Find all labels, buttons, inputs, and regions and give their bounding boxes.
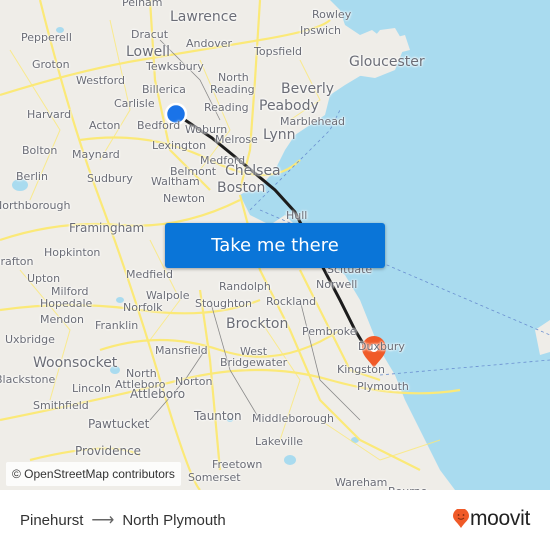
place-label: Norwell bbox=[316, 278, 358, 291]
place-label: Freetown bbox=[212, 458, 263, 471]
place-label: Walpole bbox=[146, 289, 190, 302]
place-label: Newton bbox=[163, 192, 206, 205]
place-label: Pepperell bbox=[21, 31, 72, 44]
place-label: Bolton bbox=[22, 144, 58, 157]
place-label: Harvard bbox=[27, 108, 72, 121]
place-label: Grafton bbox=[0, 255, 34, 268]
origin-name: Pinehurst bbox=[20, 511, 84, 529]
place-label: Northborough bbox=[0, 199, 71, 212]
arrow-right-icon: ⟶ bbox=[91, 512, 115, 529]
place-label: Providence bbox=[75, 444, 142, 458]
place-label: Gloucester bbox=[349, 54, 425, 70]
footer: Pinehurst ⟶ North Plymouth moovit bbox=[0, 490, 550, 550]
place-label: Topsfield bbox=[254, 45, 303, 58]
place-label: Tewksbury bbox=[146, 60, 204, 73]
place-label: Pawtucket bbox=[88, 417, 150, 431]
place-label: Lawrence bbox=[170, 9, 238, 25]
place-label: Mendon bbox=[40, 313, 84, 326]
place-label: Billerica bbox=[142, 83, 186, 96]
place-label: Mansfield bbox=[155, 344, 208, 357]
place-label: Kingston bbox=[337, 363, 385, 376]
place-label: Uxbridge bbox=[5, 333, 55, 346]
place-label: Hull bbox=[286, 209, 308, 222]
place-label: Middleborough bbox=[252, 412, 334, 425]
place-label: Boston bbox=[217, 180, 266, 196]
place-label: Lowell bbox=[126, 44, 170, 60]
place-label: Hopkinton bbox=[44, 246, 101, 259]
place-label: Lynn bbox=[263, 127, 296, 143]
place-label: Ipswich bbox=[300, 24, 342, 37]
place-label: Acton bbox=[89, 119, 121, 132]
place-label: Attleboro bbox=[130, 387, 186, 401]
place-label: Lexington bbox=[152, 139, 207, 152]
map-view[interactable]: Pelham Lawrence Rowley Ipswich Pepperell… bbox=[0, 0, 550, 490]
place-label: Berlin bbox=[16, 170, 48, 183]
place-label: Franklin bbox=[95, 319, 139, 332]
place-label: Sudbury bbox=[87, 172, 133, 185]
place-label: Westford bbox=[76, 74, 125, 87]
place-label: Stoughton bbox=[195, 297, 252, 310]
destination-name: North Plymouth bbox=[122, 511, 226, 529]
place-label: Pelham bbox=[122, 0, 163, 9]
place-label: Groton bbox=[32, 58, 70, 71]
place-label: Reading bbox=[204, 101, 249, 114]
attribution-text: © OpenStreetMap contributors bbox=[12, 467, 175, 481]
place-label: Upton bbox=[27, 272, 61, 285]
place-label: Norfolk bbox=[123, 301, 163, 314]
place-label: Smithfield bbox=[33, 399, 89, 412]
place-label: Bedford bbox=[137, 119, 181, 132]
place-label: Norton bbox=[175, 375, 213, 388]
place-label: Milford bbox=[51, 285, 89, 298]
place-label: Brockton bbox=[226, 316, 289, 332]
place-label: Bridgewater bbox=[220, 356, 288, 369]
place-label: Lakeville bbox=[255, 435, 304, 448]
place-label: Melrose bbox=[215, 133, 258, 146]
place-label: Rowley bbox=[312, 8, 352, 21]
place-label: Plymouth bbox=[357, 380, 409, 393]
place-label: Maynard bbox=[72, 148, 120, 161]
place-label: Carlisle bbox=[114, 97, 155, 110]
brand-name: moovit bbox=[469, 507, 530, 530]
place-label: Andover bbox=[186, 37, 233, 50]
place-label: Dracut bbox=[131, 28, 169, 41]
route-title: Pinehurst ⟶ North Plymouth bbox=[20, 510, 226, 530]
place-label: Hopedale bbox=[40, 297, 93, 310]
moovit-logo[interactable]: moovit bbox=[452, 507, 530, 531]
place-label: Taunton bbox=[194, 409, 242, 423]
place-label: Marblehead bbox=[280, 115, 346, 128]
map-attribution[interactable]: © OpenStreetMap contributors bbox=[6, 462, 181, 486]
place-label: Framingham bbox=[69, 221, 145, 235]
place-label: Woonsocket bbox=[33, 355, 118, 371]
place-label: Medfield bbox=[126, 268, 173, 281]
place-label: Lincoln bbox=[72, 382, 111, 395]
place-label: Somerset bbox=[188, 471, 241, 484]
place-label: Peabody bbox=[259, 98, 319, 114]
place-label: Reading bbox=[210, 83, 255, 96]
place-label: Randolph bbox=[219, 280, 271, 293]
place-label: Duxbury bbox=[358, 340, 405, 353]
place-label: Waltham bbox=[151, 175, 200, 188]
place-label: Rockland bbox=[266, 295, 317, 308]
place-label: Pembroke bbox=[302, 325, 357, 338]
take-me-there-button[interactable]: Take me there bbox=[165, 223, 385, 268]
place-label: Chelsea bbox=[225, 163, 281, 179]
place-label: North bbox=[218, 71, 249, 84]
place-label: Wareham bbox=[335, 476, 388, 489]
place-label: Beverly bbox=[281, 81, 335, 97]
place-label: Blackstone bbox=[0, 373, 56, 386]
moovit-pin-icon bbox=[452, 509, 469, 528]
